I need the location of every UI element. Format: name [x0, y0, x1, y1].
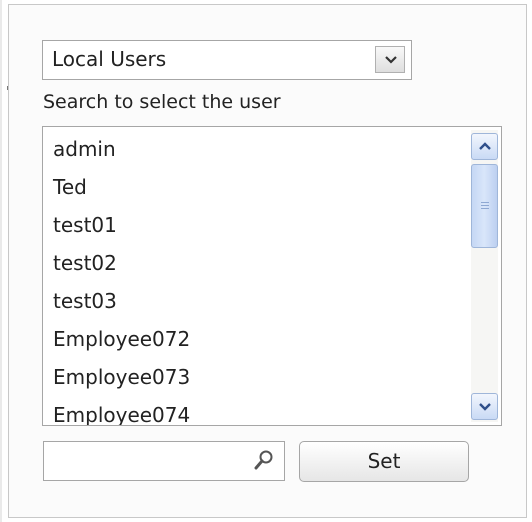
- search-icon[interactable]: [254, 449, 274, 471]
- list-item[interactable]: Employee074: [53, 403, 190, 425]
- user-search-field[interactable]: [43, 441, 285, 481]
- list-item[interactable]: Ted: [53, 175, 87, 199]
- user-listbox[interactable]: admin Ted test01 test02 test03 Employee0…: [42, 126, 502, 426]
- list-item[interactable]: Employee073: [53, 365, 190, 389]
- user-source-dropdown[interactable]: Local Users: [42, 40, 412, 80]
- scroll-down-button[interactable]: [471, 393, 498, 420]
- scroll-up-button[interactable]: [471, 133, 498, 160]
- list-item[interactable]: test01: [53, 213, 117, 237]
- chevron-down-icon: [385, 56, 397, 64]
- set-button[interactable]: Set: [299, 441, 469, 482]
- chevron-up-icon: [479, 142, 491, 150]
- listbox-scrollbar[interactable]: [471, 130, 498, 422]
- list-item[interactable]: test02: [53, 251, 117, 275]
- list-item[interactable]: admin: [53, 137, 116, 161]
- thumb-grip: [481, 202, 489, 211]
- search-input[interactable]: [48, 446, 242, 476]
- list-item[interactable]: Employee072: [53, 327, 190, 351]
- search-instruction-label: Search to select the user: [43, 91, 281, 113]
- scroll-thumb[interactable]: [471, 164, 498, 248]
- list-item[interactable]: test03: [53, 289, 117, 313]
- window-edge: [0, 0, 2, 522]
- dropdown-toggle-button[interactable]: [375, 46, 405, 73]
- chevron-down-icon: [479, 403, 491, 411]
- user-source-value: Local Users: [52, 47, 167, 71]
